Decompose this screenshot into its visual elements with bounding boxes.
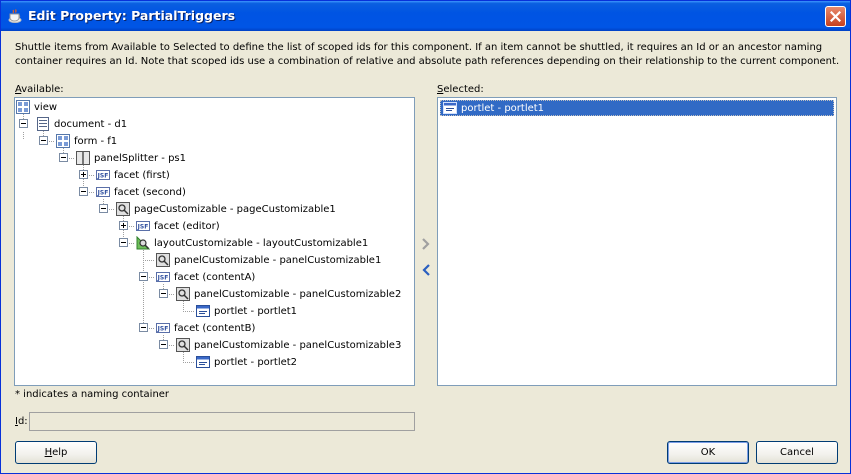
help-button[interactable]: Help — [15, 441, 97, 464]
tree-item-facet-first[interactable]: JSF facet (first) — [96, 167, 170, 183]
collapse-form-toggle[interactable] — [39, 136, 48, 145]
tree-item-facet-contentb[interactable]: JSF facet (contentB) — [156, 320, 255, 336]
tree-item-layoutcustomizable[interactable]: layoutCustomizable - layoutCustomizable1 — [136, 235, 368, 251]
portlet-icon — [443, 102, 457, 114]
expand-facet-editor-toggle[interactable] — [119, 221, 128, 230]
collapse-layoutcustomizable-toggle[interactable] — [119, 238, 128, 247]
layout-customizable-icon — [136, 236, 150, 250]
svg-text:JSF: JSF — [157, 275, 169, 282]
expand-facet-first-toggle[interactable] — [79, 170, 88, 179]
id-label: Id: — [15, 416, 28, 427]
available-label: Available: — [15, 84, 64, 95]
title-bar[interactable]: Edit Property: PartialTriggers — [1, 1, 850, 31]
jsf-facet-icon: JSF — [136, 221, 150, 231]
svg-text:JSF: JSF — [137, 224, 149, 231]
id-field[interactable] — [29, 412, 415, 431]
form-icon — [56, 134, 70, 148]
customizable-icon — [116, 202, 130, 216]
coffee-cup-icon — [8, 9, 22, 23]
collapse-panelcustomizable2-toggle[interactable] — [159, 289, 168, 298]
svg-text:JSF: JSF — [157, 326, 169, 333]
selected-label: Selected: — [437, 84, 484, 95]
tree-item-pagecustomizable[interactable]: pageCustomizable - pageCustomizable1 — [116, 201, 336, 217]
chevron-left-icon[interactable] — [419, 263, 433, 277]
jsf-facet-icon: JSF — [96, 187, 110, 197]
cancel-button[interactable]: Cancel — [756, 441, 838, 464]
dialog-description: Shuttle items from Available to Selected… — [15, 42, 840, 67]
tree-item-portlet1[interactable]: portlet - portlet1 — [196, 303, 297, 319]
naming-container-note: * indicates a naming container — [15, 389, 170, 400]
svg-text:JSF: JSF — [97, 173, 109, 180]
collapse-facet-second-toggle[interactable] — [79, 187, 88, 196]
close-button[interactable] — [825, 6, 846, 27]
tree-item-view[interactable]: view — [16, 99, 57, 115]
collapse-panelsplitter-toggle[interactable] — [59, 153, 68, 162]
available-tree[interactable]: view document - d1 form - f1 panelSplitt… — [14, 97, 415, 386]
selected-list[interactable]: portlet - portlet1 — [437, 97, 837, 386]
portlet-icon — [196, 305, 210, 317]
dialog-title: Edit Property: PartialTriggers — [28, 8, 236, 23]
close-icon — [830, 11, 841, 22]
tree-item-document[interactable]: document - d1 — [36, 116, 127, 132]
tree-item-panelcustomizable2[interactable]: panelCustomizable - panelCustomizable2 — [176, 286, 401, 302]
customizable-icon — [176, 287, 190, 301]
collapse-pagecustomizable-toggle[interactable] — [99, 204, 108, 213]
collapse-panelcustomizable3-toggle[interactable] — [159, 340, 168, 349]
chevron-right-icon[interactable] — [419, 237, 433, 251]
jsf-facet-icon: JSF — [156, 272, 170, 282]
collapse-facet-contentb-toggle[interactable] — [139, 323, 148, 332]
tree-item-panelsplitter[interactable]: panelSplitter - ps1 — [76, 150, 186, 166]
tree-item-form[interactable]: form - f1 — [56, 133, 117, 149]
document-icon — [37, 117, 49, 131]
collapse-document-toggle[interactable] — [19, 119, 28, 128]
jsf-facet-icon: JSF — [96, 170, 110, 180]
jsf-facet-icon: JSF — [156, 323, 170, 333]
tree-item-portlet2[interactable]: portlet - portlet2 — [196, 354, 297, 370]
tree-item-panelcustomizable3[interactable]: panelCustomizable - panelCustomizable3 — [176, 337, 401, 353]
tree-item-facet-second[interactable]: JSF facet (second) — [96, 184, 186, 200]
tree-item-facet-contenta[interactable]: JSF facet (contentA) — [156, 269, 255, 285]
svg-text:JSF: JSF — [97, 190, 109, 197]
view-icon — [16, 100, 30, 114]
ok-button[interactable]: OK — [667, 441, 749, 464]
collapse-facet-contenta-toggle[interactable] — [139, 272, 148, 281]
selected-item-portlet1[interactable]: portlet - portlet1 — [440, 100, 834, 116]
dialog-window: Edit Property: PartialTriggers Shuttle i… — [0, 0, 851, 474]
splitter-icon — [76, 151, 90, 165]
tree-item-facet-editor[interactable]: JSF facet (editor) — [136, 218, 220, 234]
customizable-icon — [176, 338, 190, 352]
portlet-icon — [196, 356, 210, 368]
customizable-icon — [156, 253, 170, 267]
tree-item-panelcustomizable1[interactable]: panelCustomizable - panelCustomizable1 — [156, 252, 381, 268]
